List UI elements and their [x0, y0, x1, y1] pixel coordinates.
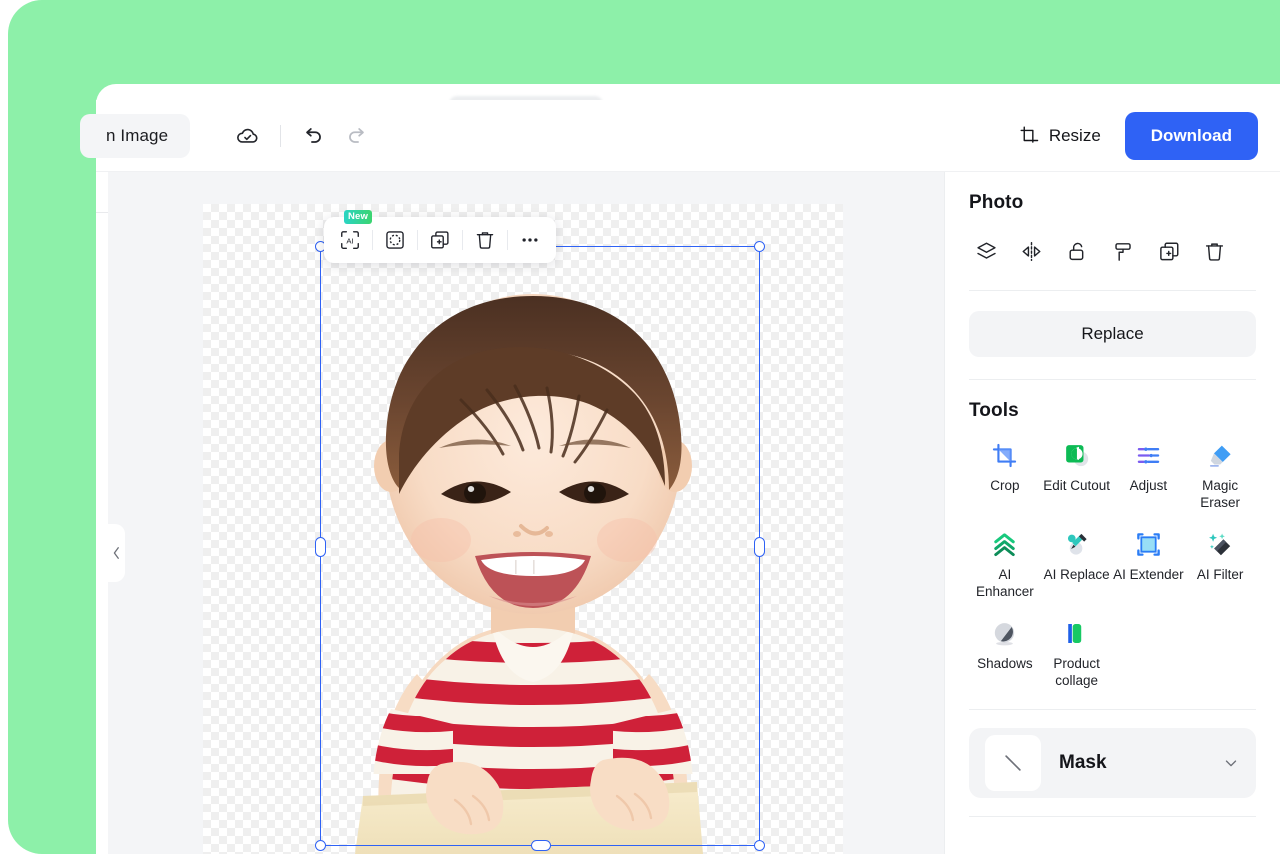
- cutout-button[interactable]: [373, 220, 417, 260]
- ai-filter-icon: [1205, 529, 1235, 559]
- adjust-icon: [1133, 440, 1163, 470]
- ai-replace-icon: [1062, 529, 1092, 559]
- panel-divider: [969, 379, 1256, 380]
- tool-label: AI Replace: [1043, 567, 1110, 582]
- mask-row[interactable]: Mask: [969, 728, 1256, 798]
- crop-icon: [990, 440, 1020, 470]
- panel-collapse-handle[interactable]: [108, 524, 125, 582]
- replace-button[interactable]: Replace: [969, 311, 1256, 357]
- panel-divider: [969, 816, 1256, 817]
- tools-section-title: Tools: [969, 400, 1019, 421]
- mask-thumbnail[interactable]: [985, 735, 1041, 791]
- shadows-icon: [990, 618, 1020, 648]
- tool-label: AI Extender: [1113, 567, 1184, 582]
- flip-horizontal-icon[interactable]: [1015, 234, 1049, 268]
- layers-icon[interactable]: [969, 234, 1003, 268]
- image-object-transparent-bg[interactable]: [203, 204, 843, 854]
- duplicate-icon[interactable]: [1152, 234, 1186, 268]
- tool-ai-replace[interactable]: AI Replace: [1041, 523, 1113, 600]
- tool-label: Adjust: [1129, 478, 1168, 493]
- resize-label: Resize: [1048, 125, 1101, 145]
- tool-label: AI Enhancer: [975, 567, 1034, 599]
- panel-divider: [969, 290, 1256, 291]
- canvas-area[interactable]: [108, 172, 944, 854]
- ai-extender-icon: [1133, 529, 1163, 559]
- panel-divider: [969, 709, 1256, 710]
- toolbar-right-group: Resize Download: [1009, 111, 1280, 160]
- new-badge: New: [344, 210, 373, 224]
- tool-ai-extender[interactable]: AI Extender: [1113, 523, 1185, 600]
- object-floating-toolbar: AI New: [324, 210, 556, 263]
- tool-ai-filter[interactable]: AI Filter: [1184, 523, 1256, 600]
- resize-button[interactable]: Resize: [1009, 116, 1111, 156]
- ai-tool-button[interactable]: AI New: [328, 210, 373, 260]
- tool-magic-eraser[interactable]: Magic Eraser: [1184, 434, 1256, 511]
- ai-scan-icon: AI: [339, 229, 361, 251]
- top-toolbar: n Image Resize Download: [80, 100, 1280, 172]
- tool-label: Product collage: [1053, 656, 1100, 688]
- left-rail: [96, 172, 108, 854]
- edit-cutout-icon: [1062, 440, 1092, 470]
- toolbar-left-group: [228, 116, 377, 156]
- unlock-icon[interactable]: [1061, 234, 1095, 268]
- svg-text:AI: AI: [346, 236, 353, 245]
- baby-photo[interactable]: [203, 204, 843, 854]
- tool-product-collage[interactable]: Product collage: [1041, 612, 1113, 689]
- undo-icon[interactable]: [293, 116, 333, 156]
- duplicate-button[interactable]: [418, 220, 462, 260]
- chevron-left-icon: [112, 546, 121, 560]
- paint-roller-icon[interactable]: [1106, 234, 1140, 268]
- chevron-down-icon[interactable]: [1222, 754, 1240, 772]
- circle-dashed-icon: [384, 229, 406, 251]
- tool-adjust[interactable]: Adjust: [1113, 434, 1185, 511]
- redo-icon[interactable]: [337, 116, 377, 156]
- tool-label: Shadows: [977, 656, 1033, 671]
- duplicate-icon: [429, 229, 451, 251]
- photo-section-title: Photo: [969, 192, 1024, 213]
- tool-label: Edit Cutout: [1043, 478, 1111, 493]
- ai-enhancer-icon: [990, 529, 1020, 559]
- document-tab[interactable]: n Image: [80, 113, 191, 158]
- left-rail-divider: [96, 212, 108, 213]
- trash-icon: [474, 229, 496, 251]
- diagonal-line-icon: [998, 748, 1028, 778]
- ellipsis-icon: [519, 229, 541, 251]
- delete-button[interactable]: [463, 220, 507, 260]
- magic-eraser-icon: [1205, 440, 1235, 470]
- trash-icon[interactable]: [1198, 234, 1232, 268]
- toolbar-divider: [280, 124, 282, 147]
- tool-label: Magic Eraser: [1200, 478, 1240, 510]
- download-button[interactable]: Download: [1124, 111, 1258, 160]
- tool-label: Crop: [990, 478, 1020, 493]
- document-tab-label: n Image: [106, 125, 169, 145]
- product-collage-icon: [1062, 618, 1092, 648]
- tools-grid: Crop Edit Cutout Adjust Magic Eraser AI …: [969, 434, 1256, 689]
- tool-crop[interactable]: Crop: [969, 434, 1041, 511]
- resize-icon: [1019, 125, 1040, 146]
- tool-ai-enhancer[interactable]: AI Enhancer: [969, 523, 1041, 600]
- right-properties-panel: Photo Replace Tools Crop Edit Cutout Adj…: [944, 172, 1280, 854]
- tool-shadows[interactable]: Shadows: [969, 612, 1041, 689]
- more-button[interactable]: [508, 220, 552, 260]
- cloud-check-icon[interactable]: [228, 116, 268, 156]
- mask-label: Mask: [1059, 752, 1107, 773]
- tool-edit-cutout[interactable]: Edit Cutout: [1041, 434, 1113, 511]
- photo-actions-row: [969, 234, 1256, 268]
- tool-label: AI Filter: [1196, 567, 1244, 582]
